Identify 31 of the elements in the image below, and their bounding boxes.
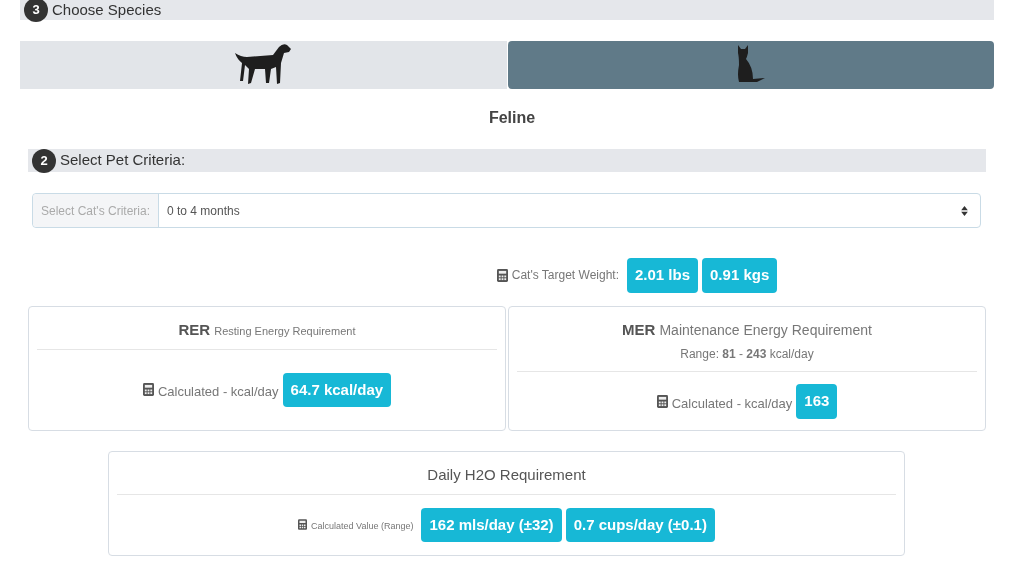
select-label: Select Cat's Criteria: bbox=[33, 194, 159, 227]
step-number: 3 bbox=[24, 0, 48, 22]
range-text: Range: 81 - 243 kcal/day bbox=[680, 346, 814, 363]
calculated-label: Calculated - kcal/day bbox=[671, 394, 793, 413]
card-title: Resting Energy Requirement bbox=[214, 323, 356, 339]
value-badge: 2.01 lbs bbox=[627, 258, 699, 293]
criteria-select[interactable]: Select Cat's Criteria: 0 to 4 months bbox=[32, 193, 981, 228]
section-title: Select Pet Criteria: bbox=[60, 150, 186, 171]
value-badge: 64.7 kcal/day bbox=[282, 372, 392, 407]
species-button[interactable] bbox=[20, 41, 507, 89]
calculated-label: Calculated Value (Range) bbox=[311, 520, 414, 533]
value-badge: 162 mls/day (±32) bbox=[421, 507, 562, 542]
card-abbreviation: RER bbox=[178, 319, 211, 340]
calculator-icon bbox=[298, 519, 308, 531]
card-abbreviation: MER bbox=[622, 319, 656, 340]
species-name: Feline bbox=[488, 108, 536, 128]
value-badge: 0.91 kgs bbox=[702, 258, 778, 293]
calculator-icon bbox=[142, 383, 154, 397]
weight-label: Cat's Target Weight: bbox=[511, 267, 619, 285]
value-badge: 163 bbox=[796, 384, 838, 419]
value-badge: 0.7 cups/day (±0.1) bbox=[565, 507, 715, 542]
calculator-icon bbox=[496, 268, 508, 282]
card-title: Maintenance Energy Requirement bbox=[659, 320, 872, 340]
step-number: 2 bbox=[32, 148, 56, 173]
calculator-icon bbox=[656, 394, 668, 408]
section-title: Choose Species bbox=[52, 0, 162, 20]
dog-icon bbox=[233, 43, 294, 87]
calculated-label: Calculated - kcal/day bbox=[157, 383, 279, 401]
card-title: Daily H2O Requirement bbox=[427, 464, 586, 485]
select-value: 0 to 4 months bbox=[166, 202, 241, 220]
sort-caret-icon bbox=[961, 205, 968, 216]
